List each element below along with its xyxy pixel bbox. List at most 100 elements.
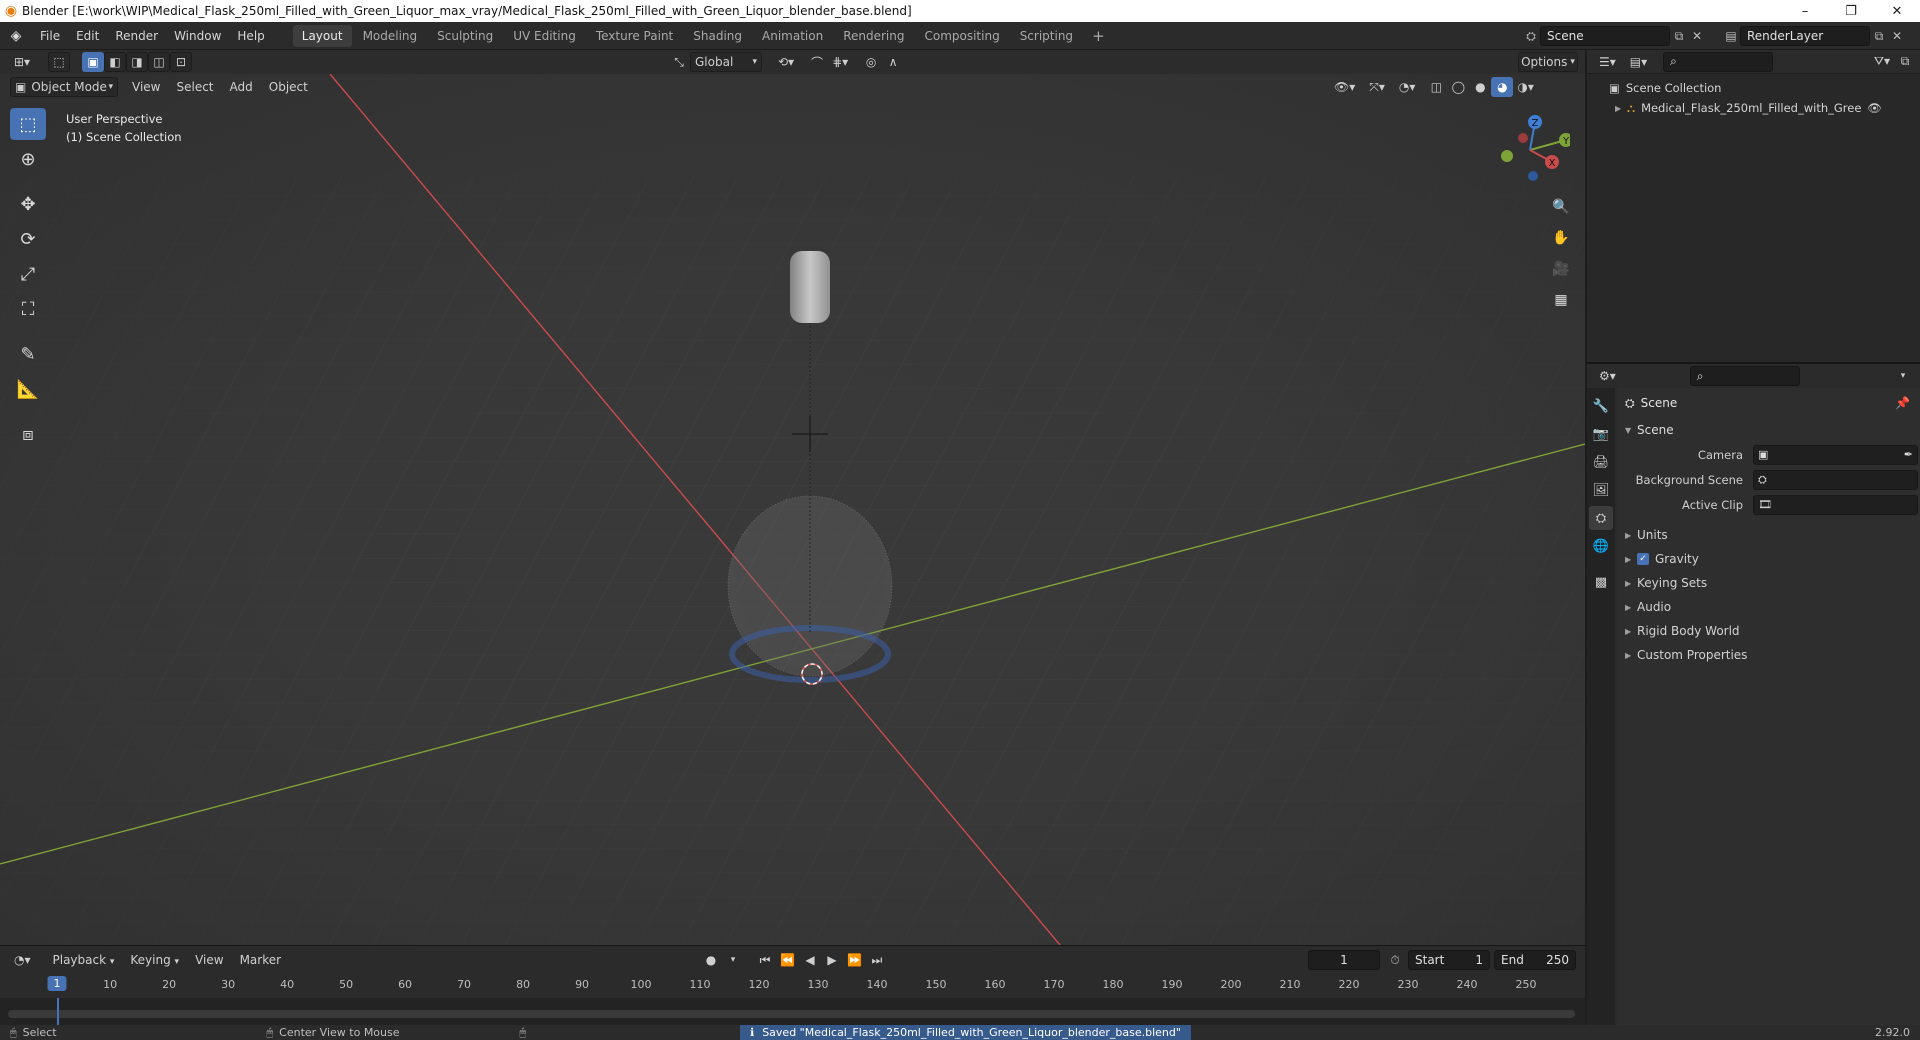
camera-field[interactable]: ▣ ✒ [1753, 444, 1918, 465]
editor-type-icon[interactable]: ⊞▾ [10, 52, 34, 72]
status-message[interactable]: ℹ Saved "Medical_Flask_250ml_Filled_with… [740, 1025, 1191, 1040]
tab-compositing[interactable]: Compositing [915, 25, 1008, 47]
timeline-editor-type-icon[interactable]: ◔▾ [10, 950, 35, 970]
tab-uv-editing[interactable]: UV Editing [504, 25, 585, 47]
timeline-menu-playback[interactable]: Playback ▾ [45, 953, 123, 967]
menu-window[interactable]: Window [166, 22, 229, 50]
blender-menu-icon[interactable]: ◈ [0, 28, 32, 44]
new-renderlayer-icon[interactable]: ⧉ [1870, 29, 1888, 44]
falloff-icon[interactable]: ∧ [882, 52, 904, 72]
delete-scene-icon[interactable]: ✕ [1688, 29, 1706, 43]
timeline-ruler[interactable]: 1 10 20 30 40 50 60 70 80 90 100 110 120 130 140 150 160… [0, 974, 1585, 998]
gravity-panel[interactable]: ▶ ✓ Gravity [1617, 547, 1920, 571]
outliner-editor-type-icon[interactable]: ☰▾ [1595, 52, 1620, 72]
keying-sets-panel[interactable]: ▶ Keying Sets [1617, 571, 1920, 595]
overlay-toggle-icon[interactable]: ◔▾ [1395, 77, 1420, 97]
play-reverse-icon[interactable]: ◀ [799, 950, 821, 970]
minimize-button[interactable]: – [1782, 0, 1828, 22]
jump-start-icon[interactable]: ⏮ [754, 950, 776, 970]
menu-file[interactable]: File [32, 22, 68, 50]
mode-dropdown[interactable]: ▣ Object Mode ▾ [10, 77, 118, 97]
chevron-down-icon[interactable]: ▾ [722, 950, 744, 970]
tab-animation[interactable]: Animation [753, 25, 832, 47]
measure-tool-icon[interactable]: 📐 [10, 373, 46, 405]
jump-prev-keyframe-icon[interactable]: ⏪ [776, 950, 799, 970]
rigid-body-world-panel[interactable]: ▶ Rigid Body World [1617, 619, 1920, 643]
play-icon[interactable]: ▶ [821, 950, 843, 970]
proportional-edit-icon[interactable]: ◎ [860, 52, 882, 72]
close-button[interactable]: ✕ [1874, 0, 1920, 22]
rotate-tool-icon[interactable]: ⟳ [10, 223, 46, 255]
viewport-canvas[interactable] [0, 74, 1585, 945]
add-workspace-button[interactable]: + [1084, 27, 1113, 45]
pan-hand-icon[interactable]: ✋ [1548, 225, 1574, 251]
timeline-scrollbar[interactable] [8, 1010, 1575, 1018]
current-frame-field[interactable]: 1 [1308, 950, 1380, 970]
scene-panel-header[interactable]: ▼ Scene [1617, 418, 1920, 442]
pin-icon[interactable]: 📌 [1895, 396, 1910, 410]
timeline-playhead[interactable] [57, 998, 59, 1026]
select-new-mode-icon[interactable]: ▣ [82, 52, 105, 72]
transform-tool-icon[interactable]: ⛶ [10, 293, 46, 325]
audio-panel[interactable]: ▶ Audio [1617, 595, 1920, 619]
transform-orientation-dropdown[interactable]: Global ▾ [690, 52, 762, 72]
tab-sculpting[interactable]: Sculpting [428, 25, 502, 47]
scene-tab-icon[interactable]: ⛭ [1589, 506, 1613, 530]
view-layer-tab-icon[interactable]: 🖼 [1589, 478, 1613, 502]
rendered-shading-icon[interactable]: ◑▾ [1513, 77, 1538, 97]
eye-icon[interactable]: 👁 [1867, 101, 1882, 115]
select-extend-mode-icon[interactable]: ◧ [104, 52, 127, 72]
move-tool-icon[interactable]: ✥ [10, 188, 46, 220]
properties-editor-type-icon[interactable]: ⚙▾ [1595, 366, 1620, 386]
viewport-menu-add[interactable]: Add [222, 80, 261, 94]
add-cube-tool-icon[interactable]: ⧈ [10, 418, 46, 450]
viewport-menu-select[interactable]: Select [168, 80, 221, 94]
visibility-icon[interactable]: 👁▾ [1330, 77, 1359, 97]
pivot-point-icon[interactable]: ⟲▾ [774, 52, 798, 72]
chevron-down-icon[interactable]: ▾ [1892, 366, 1914, 386]
solid-shading-icon[interactable]: ● [1469, 77, 1491, 97]
gravity-checkbox[interactable]: ✓ [1637, 553, 1649, 565]
timeline-menu-view[interactable]: View [187, 953, 231, 967]
scale-tool-icon[interactable]: ⤢ [10, 258, 46, 290]
select-difference-mode-icon[interactable]: ◫ [148, 52, 171, 72]
tab-scripting[interactable]: Scripting [1011, 25, 1082, 47]
camera-view-icon[interactable]: 🎥 [1548, 256, 1574, 282]
delete-renderlayer-icon[interactable]: ✕ [1888, 29, 1906, 43]
output-tab-icon[interactable]: 🖨 [1589, 450, 1613, 474]
wireframe-shading-icon[interactable]: ◯ [1447, 77, 1469, 97]
outliner-scene-collection[interactable]: ▣ Scene Collection [1587, 78, 1920, 98]
xray-toggle-icon[interactable]: ◫ [1425, 77, 1447, 97]
menu-render[interactable]: Render [107, 22, 166, 50]
tab-shading[interactable]: Shading [684, 25, 751, 47]
gizmo-neg-z[interactable] [1528, 171, 1538, 181]
tab-modeling[interactable]: Modeling [354, 25, 427, 47]
menu-help[interactable]: Help [229, 22, 272, 50]
tab-rendering[interactable]: Rendering [834, 25, 913, 47]
3d-viewport[interactable]: ⊞▾ ⬚ ▣ ◧ ◨ ◫ ⊡ ⤡ Global ▾ ⟲▾ ⌒ ⋕▾ ◎ ∧ Op… [0, 50, 1585, 945]
scene-selector[interactable]: Scene [1540, 26, 1670, 46]
zoom-icon[interactable]: 🔍 [1548, 194, 1574, 220]
material-preview-shading-icon[interactable]: ◕ [1491, 77, 1514, 97]
new-collection-icon[interactable]: ⧉ [1894, 52, 1916, 72]
render-tab-icon[interactable]: 📷 [1589, 422, 1613, 446]
restore-button[interactable]: ❐ [1828, 0, 1874, 22]
annotate-tool-icon[interactable]: ✎ [10, 338, 46, 370]
renderlayer-icon[interactable]: ▤ [1722, 29, 1740, 43]
filter-icon[interactable]: ⛛▾ [1870, 52, 1894, 72]
display-mode-icon[interactable]: ▤▾ [1626, 52, 1651, 72]
ortho-grid-icon[interactable]: ▦ [1548, 287, 1574, 313]
menu-edit[interactable]: Edit [68, 22, 107, 50]
record-keyframes-icon[interactable]: ● [700, 950, 722, 970]
snap-icon[interactable]: ⌒ [806, 52, 828, 72]
units-panel[interactable]: ▶ Units [1617, 523, 1920, 547]
tab-layout[interactable]: Layout [292, 24, 352, 47]
tool-tab-icon[interactable]: 🔧 [1589, 394, 1613, 418]
viewport-menu-view[interactable]: View [124, 80, 168, 94]
select-tool-icon[interactable]: ⬚ [48, 52, 71, 72]
navigation-gizmo[interactable]: Y X Z [1490, 110, 1570, 190]
viewport-menu-object[interactable]: Object [261, 80, 316, 94]
gizmo-neg-y[interactable] [1501, 150, 1513, 162]
end-frame-field[interactable]: End 250 [1494, 950, 1576, 970]
outliner-search-input[interactable]: ⌕ [1663, 51, 1774, 72]
